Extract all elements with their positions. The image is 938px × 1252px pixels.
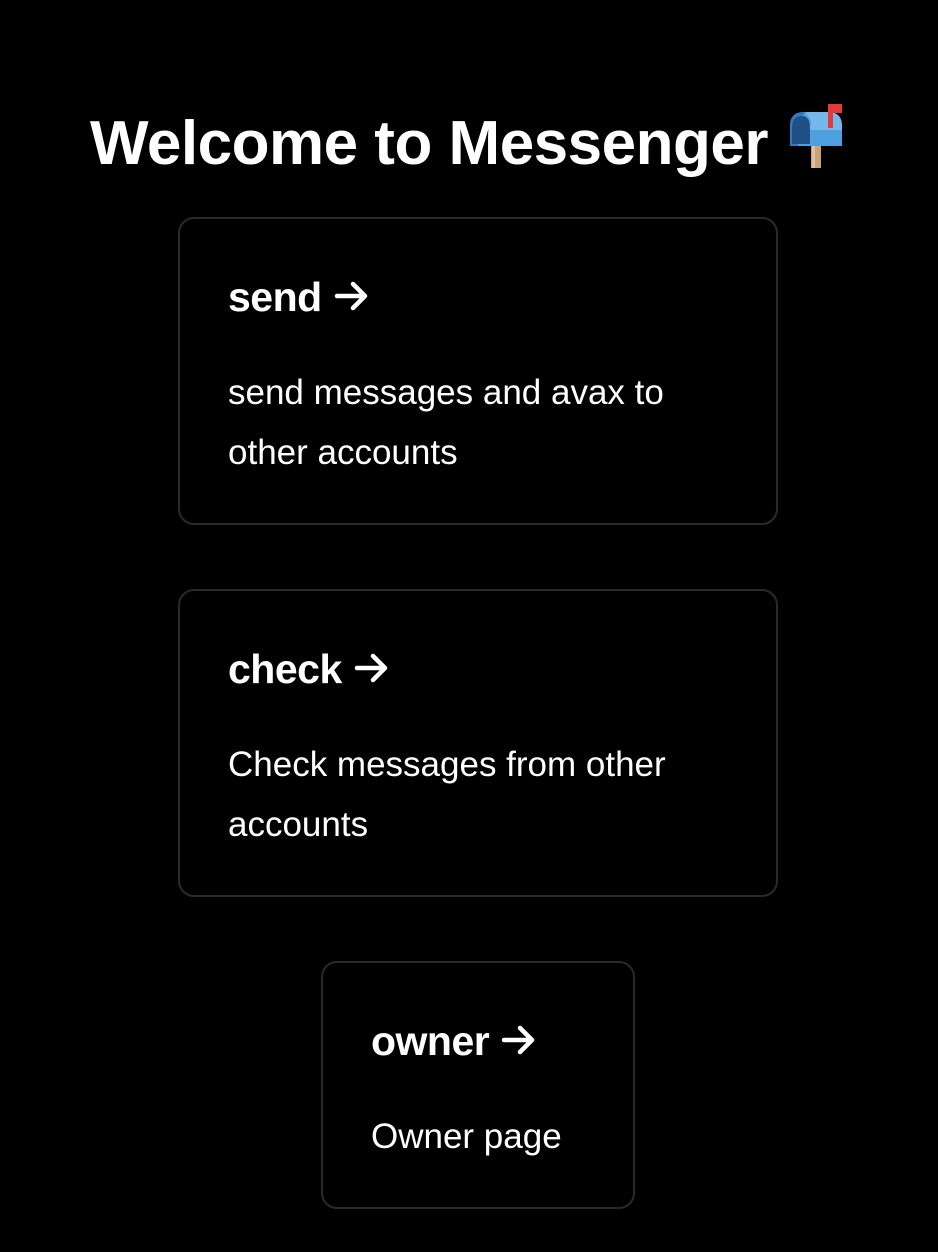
arrow-right-icon xyxy=(334,271,370,323)
owner-card-description: Owner page xyxy=(371,1117,562,1156)
check-card[interactable]: check Check messages from other accounts xyxy=(178,589,778,897)
send-card-title: send xyxy=(228,271,728,323)
check-card-title: check xyxy=(228,643,728,695)
owner-card[interactable]: owner Owner page xyxy=(321,961,635,1209)
send-card-description: send messages and avax to other accounts xyxy=(228,373,664,472)
owner-card-title: owner xyxy=(371,1015,585,1067)
check-card-title-text: check xyxy=(228,646,342,692)
owner-card-title-text: owner xyxy=(371,1018,490,1064)
mailbox-icon xyxy=(784,103,848,188)
page-title: Welcome to Messenger xyxy=(0,103,938,188)
arrow-right-icon xyxy=(501,1015,537,1067)
send-card[interactable]: send send messages and avax to other acc… xyxy=(178,217,778,525)
arrow-right-icon xyxy=(354,643,390,695)
page-title-text: Welcome to Messenger xyxy=(90,108,768,178)
send-card-title-text: send xyxy=(228,274,322,320)
check-card-description: Check messages from other accounts xyxy=(228,745,666,844)
